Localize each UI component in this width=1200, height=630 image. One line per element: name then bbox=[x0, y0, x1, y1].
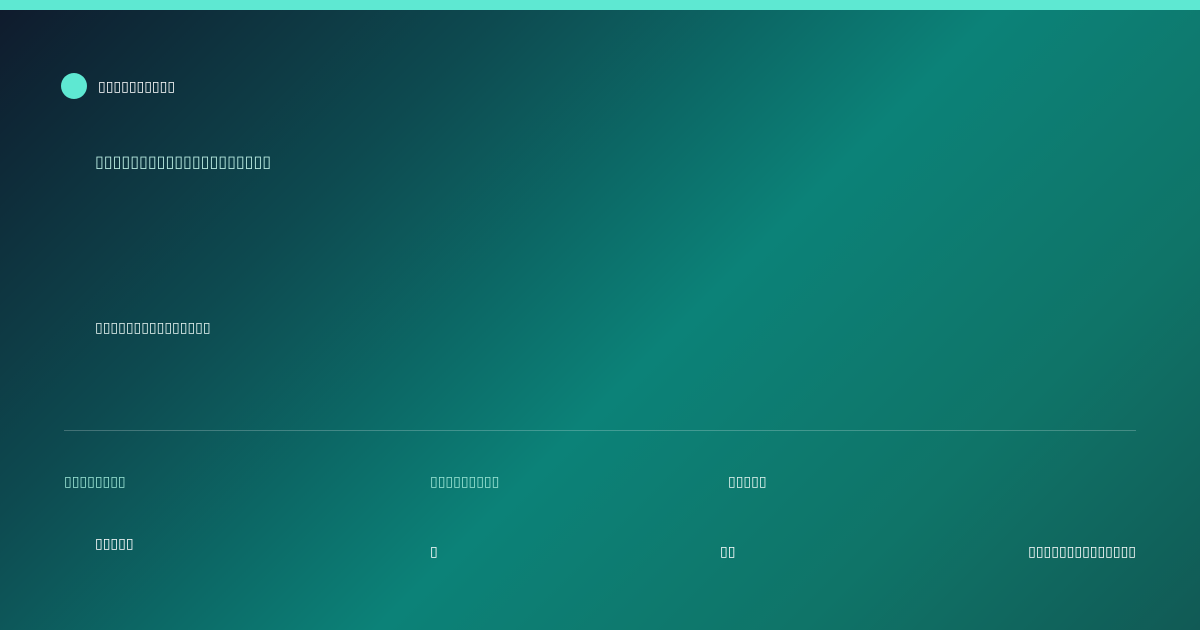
meta-label-3: ▯▯▯▯▯ bbox=[728, 474, 767, 490]
meta-label-1: ▯▯▯▯▯▯▯▯ bbox=[64, 474, 126, 490]
brand-name: ▯▯▯▯▯▯▯▯▯▯ bbox=[98, 79, 176, 95]
meta-value-1: ▯▯▯▯▯ bbox=[95, 536, 134, 552]
top-accent-bar bbox=[0, 0, 1200, 10]
meta-value-4: ▯▯▯▯▯▯▯▯▯▯▯▯▯▯ bbox=[1028, 544, 1136, 560]
meta-label-2: ▯▯▯▯▯▯▯▯▯ bbox=[430, 474, 500, 490]
brand-dot-icon bbox=[61, 73, 87, 99]
hero-headline: ▯▯▯▯▯▯▯▯▯▯▯▯▯▯▯▯▯▯▯▯ bbox=[95, 152, 272, 171]
hero-subtitle: ▯▯▯▯▯▯▯▯▯▯▯▯▯▯▯ bbox=[95, 320, 211, 336]
section-divider bbox=[64, 430, 1136, 431]
meta-value-3: ▯▯ bbox=[720, 544, 736, 560]
meta-value-2: ▯ bbox=[430, 544, 438, 560]
